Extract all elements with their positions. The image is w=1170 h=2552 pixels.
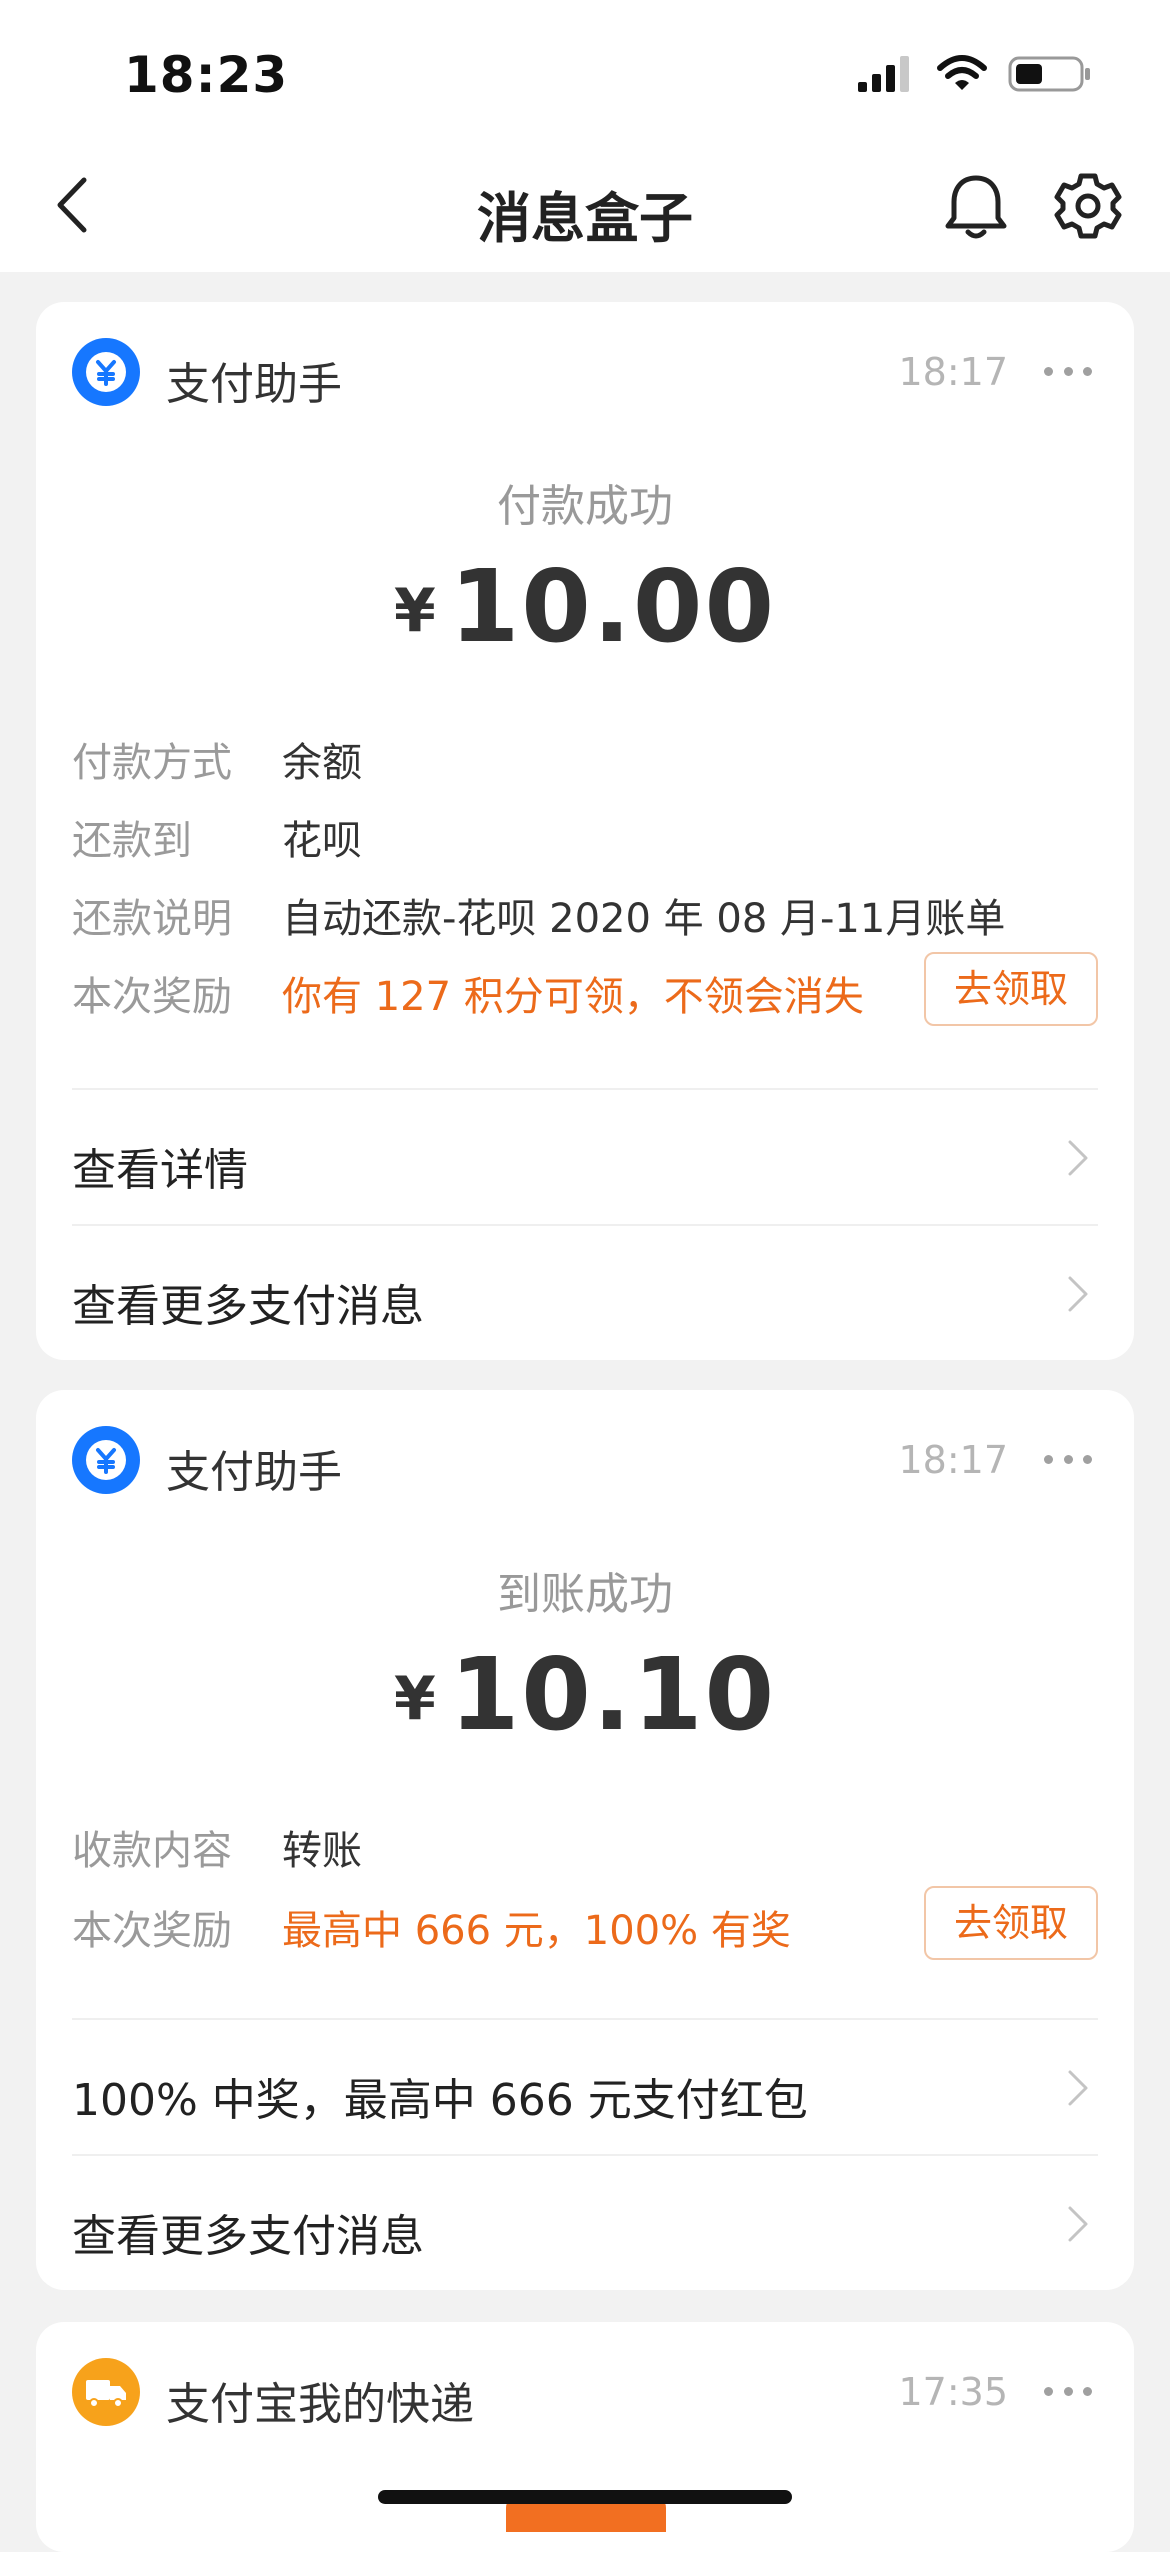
currency-symbol: ¥ — [393, 576, 436, 646]
receipt-status: 到账成功 — [497, 1569, 673, 1620]
card-header: 支付助手 18:17 — [72, 338, 1098, 410]
payment-amount: ¥10.00 — [36, 548, 1134, 665]
detail-row: 还款说明 自动还款-花呗 2020 年 08 月-11月账单 — [72, 896, 1006, 942]
detail-row: 收款内容 转账 — [72, 1828, 362, 1874]
gear-icon — [1054, 173, 1122, 239]
claim-reward-button[interactable]: 去领取 — [924, 952, 1098, 1026]
header-area: 18:23 消息盒子 — [0, 0, 1170, 272]
wifi-icon — [937, 55, 987, 90]
currency-symbol: ¥ — [393, 1664, 436, 1734]
card-app-name: 支付助手 — [166, 1447, 342, 1498]
reward-row: 本次奖励 你有 127 积分可领，不领会消失 去领取 — [72, 952, 1098, 1026]
card-app-name: 支付助手 — [166, 359, 342, 410]
bell-icon — [945, 175, 1007, 239]
more-options-button[interactable] — [1038, 346, 1098, 396]
home-indicator[interactable] — [378, 2490, 792, 2504]
delivery-truck-icon — [72, 2358, 140, 2426]
card-time: 17:35 — [898, 2370, 1008, 2414]
detail-row: 付款方式 余额 — [72, 740, 362, 786]
chevron-right-icon — [1068, 1276, 1088, 1312]
chevron-right-icon — [1068, 2070, 1088, 2106]
more-options-button[interactable] — [1038, 2366, 1098, 2416]
card-header: 支付助手 18:17 — [72, 1426, 1098, 1498]
amount-value: 10.10 — [449, 1636, 777, 1753]
notifications-button[interactable] — [938, 168, 1014, 244]
amount-value: 10.00 — [449, 548, 777, 665]
settings-button[interactable] — [1050, 168, 1126, 244]
detail-row: 还款到 花呗 — [72, 818, 362, 864]
chevron-right-icon — [1068, 1140, 1088, 1176]
claim-reward-button[interactable]: 去领取 — [924, 1886, 1098, 1960]
reward-row: 本次奖励 最高中 666 元，100% 有奖 去领取 — [72, 1886, 1098, 1960]
alipay-yuan-icon — [72, 1426, 140, 1494]
view-details-row[interactable]: 查看详情 — [72, 1088, 1098, 1224]
chevron-right-icon — [1068, 2206, 1088, 2242]
status-time: 18:23 — [124, 46, 289, 104]
lucky-draw-row[interactable]: 100% 中奖，最高中 666 元支付红包 — [72, 2018, 1098, 2154]
card-time: 18:17 — [898, 1438, 1008, 1482]
message-card-receipt: 支付助手 18:17 到账成功 ¥10.10 收款内容 转账 本次奖励 最高中 … — [36, 1390, 1134, 2290]
more-payment-messages-row[interactable]: 查看更多支付消息 — [72, 2154, 1098, 2290]
payment-status: 付款成功 — [497, 481, 673, 532]
receipt-amount: ¥10.10 — [36, 1636, 1134, 1753]
card-header: 支付宝我的快递 17:35 — [72, 2358, 1098, 2430]
message-card-payment: 支付助手 18:17 付款成功 ¥10.00 付款方式 余额 还款到 花呗 还款… — [36, 302, 1134, 1360]
alipay-yuan-icon — [72, 338, 140, 406]
navigation-bar: 消息盒子 — [0, 150, 1170, 260]
more-payment-messages-row[interactable]: 查看更多支付消息 — [72, 1224, 1098, 1360]
cellular-signal-icon — [858, 56, 909, 92]
reward-text: 你有 127 积分可领，不领会消失 — [282, 974, 864, 1020]
battery-icon — [1008, 56, 1090, 92]
status-icons — [856, 54, 1092, 94]
card-time: 18:17 — [898, 350, 1008, 394]
card-app-name: 支付宝我的快递 — [166, 2379, 474, 2430]
more-options-button[interactable] — [1038, 1434, 1098, 1484]
reward-text: 最高中 666 元，100% 有奖 — [282, 1908, 791, 1954]
